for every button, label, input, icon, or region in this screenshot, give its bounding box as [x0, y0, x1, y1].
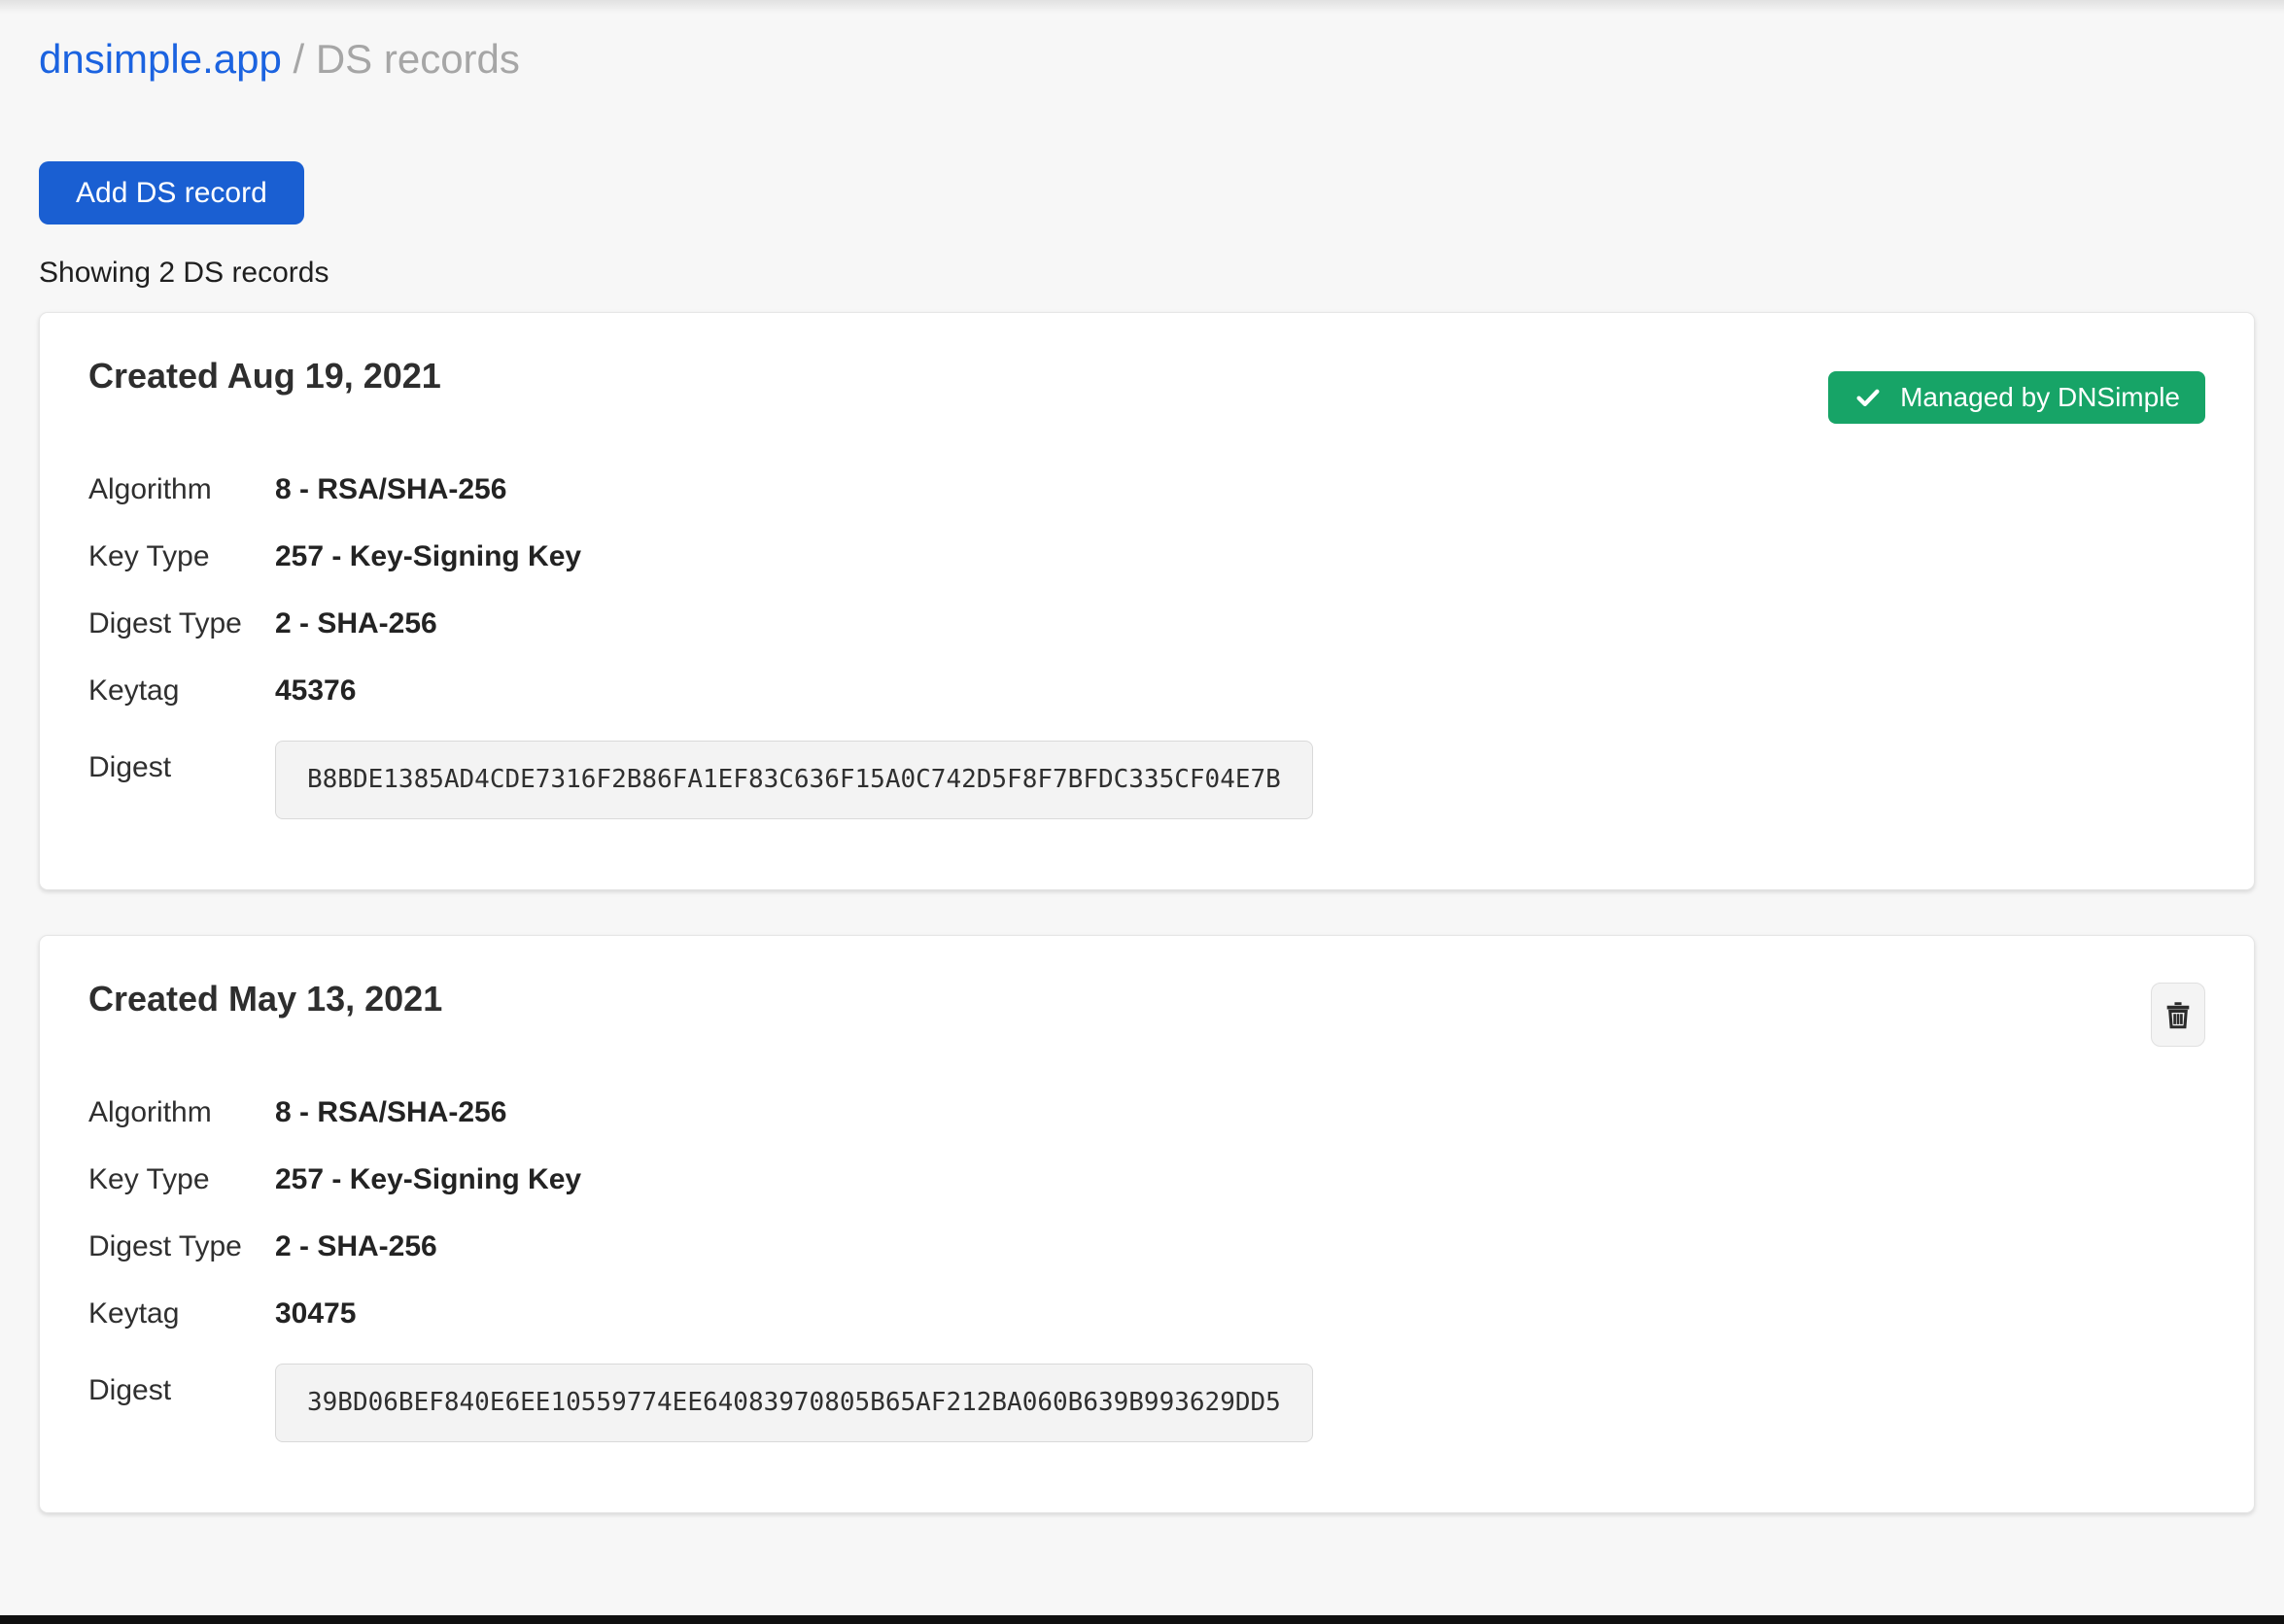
- digest-value-box[interactable]: 39BD06BEF840E6EE10559774EE64083970805B65…: [275, 1364, 1313, 1442]
- field-label: Key Type: [88, 539, 275, 573]
- field-label: Digest: [88, 741, 275, 784]
- digest-value-box[interactable]: B8BDE1385AD4CDE7316F2B86FA1EF83C636F15A0…: [275, 741, 1313, 819]
- field-value: 30475: [275, 1296, 356, 1330]
- record-fields: Algorithm 8 - RSA/SHA-256 Key Type 257 -…: [88, 1095, 2205, 1442]
- breadcrumb: dnsimple.app / DS records: [39, 35, 2255, 84]
- field-value: 2 - SHA-256: [275, 606, 437, 640]
- field-value: 8 - RSA/SHA-256: [275, 1095, 506, 1129]
- main-content: dnsimple.app / DS records Add DS record …: [0, 0, 2284, 1513]
- field-label: Keytag: [88, 674, 275, 708]
- field-label: Key Type: [88, 1162, 275, 1196]
- check-icon: [1853, 383, 1883, 412]
- card-header: Created Aug 19, 2021 Managed by DNSimple: [88, 356, 2205, 424]
- ds-record-card: Created Aug 19, 2021 Managed by DNSimple…: [39, 312, 2255, 890]
- field-label: Algorithm: [88, 1095, 275, 1129]
- field-row-digest: Digest 39BD06BEF840E6EE10559774EE6408397…: [88, 1364, 2205, 1442]
- breadcrumb-separator-glyph: /: [294, 36, 305, 82]
- field-row-key-type: Key Type 257 - Key-Signing Key: [88, 1162, 2205, 1196]
- field-label: Digest Type: [88, 606, 275, 640]
- card-header: Created May 13, 2021: [88, 979, 2205, 1047]
- record-fields: Algorithm 8 - RSA/SHA-256 Key Type 257 -…: [88, 472, 2205, 819]
- records-count-text: Showing 2 DS records: [39, 256, 2255, 291]
- ds-record-card: Created May 13, 2021 Algorithm 8 - RSA/S…: [39, 935, 2255, 1513]
- field-row-keytag: Keytag 30475: [88, 1296, 2205, 1330]
- breadcrumb-domain-link[interactable]: dnsimple.app: [39, 36, 282, 82]
- field-label: Digest Type: [88, 1229, 275, 1263]
- window-bottom-edge: [0, 1615, 2284, 1624]
- add-ds-record-button[interactable]: Add DS record: [39, 161, 304, 225]
- delete-record-button[interactable]: [2151, 983, 2205, 1047]
- field-value: 8 - RSA/SHA-256: [275, 472, 506, 506]
- record-created-title: Created Aug 19, 2021: [88, 356, 441, 396]
- field-value: 45376: [275, 674, 356, 708]
- record-created-title: Created May 13, 2021: [88, 979, 442, 1019]
- field-label: Algorithm: [88, 472, 275, 506]
- field-row-digest: Digest B8BDE1385AD4CDE7316F2B86FA1EF83C6…: [88, 741, 2205, 819]
- trash-icon: [2162, 998, 2195, 1031]
- field-row-keytag: Keytag 45376: [88, 674, 2205, 708]
- field-value: 2 - SHA-256: [275, 1229, 437, 1263]
- field-row-algorithm: Algorithm 8 - RSA/SHA-256: [88, 472, 2205, 506]
- field-label: Digest: [88, 1364, 275, 1407]
- field-row-digest-type: Digest Type 2 - SHA-256: [88, 606, 2205, 640]
- field-label: Keytag: [88, 1296, 275, 1330]
- field-row-algorithm: Algorithm 8 - RSA/SHA-256: [88, 1095, 2205, 1129]
- field-value: 257 - Key-Signing Key: [275, 539, 581, 573]
- breadcrumb-section: DS records: [316, 36, 520, 82]
- breadcrumb-separator: /: [282, 36, 316, 82]
- field-row-digest-type: Digest Type 2 - SHA-256: [88, 1229, 2205, 1263]
- badge-label: Managed by DNSimple: [1900, 382, 2180, 413]
- field-value: 257 - Key-Signing Key: [275, 1162, 581, 1196]
- managed-by-dnsimple-badge: Managed by DNSimple: [1828, 371, 2205, 424]
- field-row-key-type: Key Type 257 - Key-Signing Key: [88, 539, 2205, 573]
